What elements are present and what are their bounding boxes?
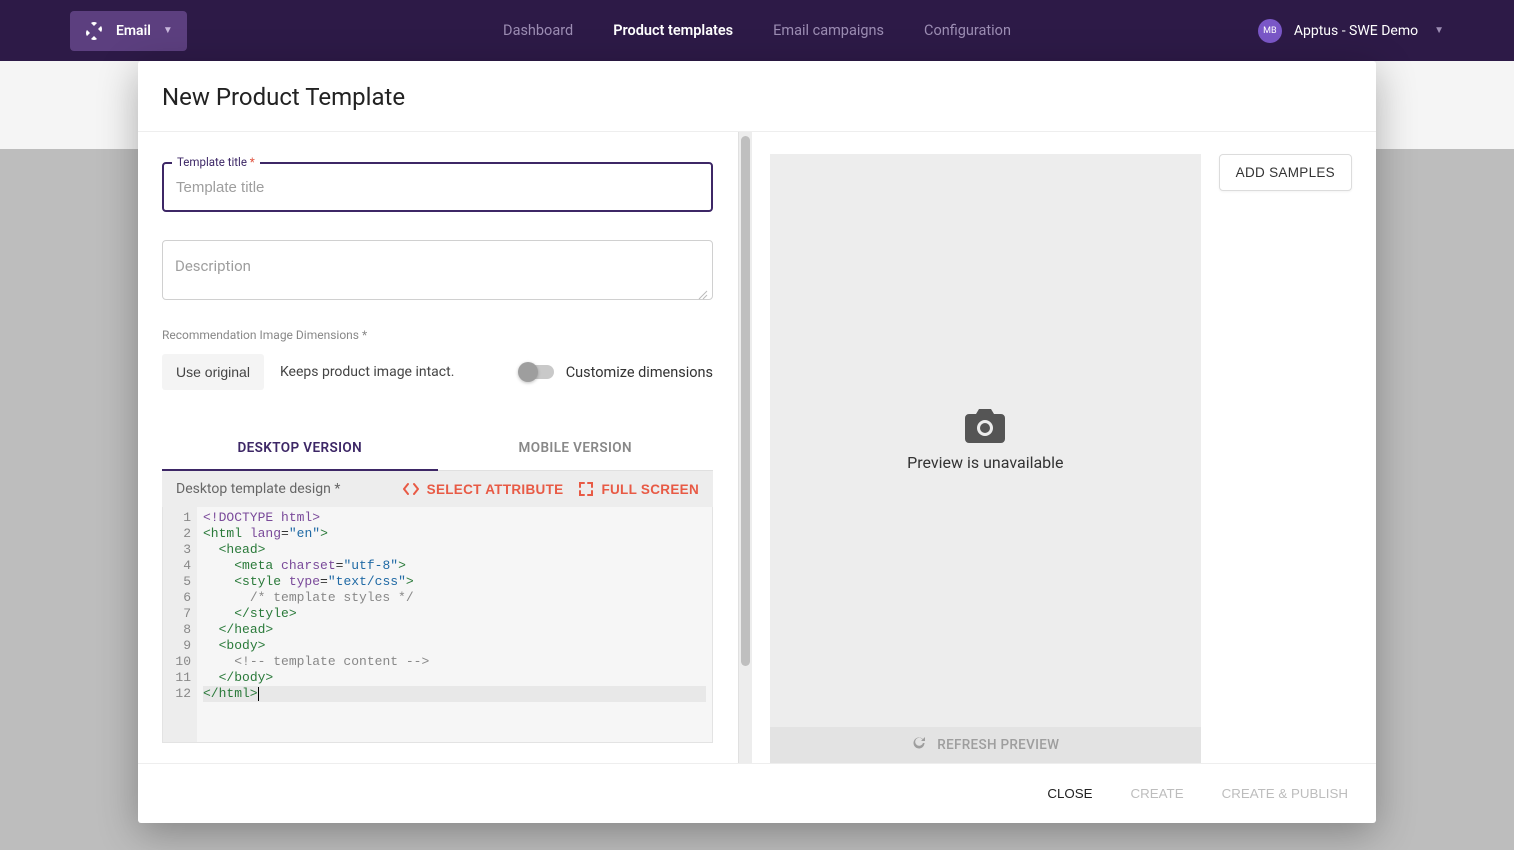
create-publish-button[interactable]: CREATE & PUBLISH: [1218, 780, 1352, 807]
nav-email-campaigns[interactable]: Email campaigns: [773, 22, 884, 39]
modal-header: New Product Template: [138, 61, 1376, 132]
select-attribute-button[interactable]: SELECT ATTRIBUTE: [403, 482, 564, 497]
preview-panel: Preview is unavailable REFRESH PREVIEW: [770, 154, 1201, 763]
description-input[interactable]: [163, 241, 712, 299]
chevron-down-icon: ▼: [163, 25, 173, 36]
nav-product-templates[interactable]: Product templates: [613, 22, 733, 39]
template-title-field: Template title *: [162, 162, 713, 212]
toggle-knob: [518, 362, 538, 382]
full-screen-button[interactable]: FULL SCREEN: [579, 482, 699, 497]
code-editor[interactable]: 123456789101112 <!DOCTYPE html><html lan…: [162, 507, 713, 743]
customize-dimensions-toggle[interactable]: [520, 365, 554, 379]
preview-box: Preview is unavailable: [770, 154, 1201, 727]
add-samples-button[interactable]: ADD SAMPLES: [1219, 154, 1352, 191]
modal-footer: CLOSE CREATE CREATE & PUBLISH: [138, 763, 1376, 823]
code-area[interactable]: <!DOCTYPE html><html lang="en"> <head> <…: [197, 507, 712, 742]
create-button[interactable]: CREATE: [1127, 780, 1188, 807]
template-title-legend: Template title *: [172, 155, 260, 169]
scrollbar[interactable]: [738, 132, 752, 763]
app-switcher[interactable]: Email ▼: [70, 11, 187, 51]
top-nav: Email ▼ Dashboard Product templates Emai…: [0, 0, 1514, 61]
refresh-icon: [911, 735, 927, 755]
select-attribute-label: SELECT ATTRIBUTE: [427, 482, 564, 497]
account-name: Apptus - SWE Demo: [1294, 23, 1418, 39]
avatar: MB: [1258, 19, 1282, 43]
nav-tabs: Dashboard Product templates Email campai…: [503, 22, 1011, 39]
editor-toolbar: Desktop template design * SELECT ATTRIBU…: [162, 471, 713, 507]
customize-dimensions-label: Customize dimensions: [566, 364, 713, 381]
dimensions-row: Use original Keeps product image intact.…: [162, 354, 713, 390]
form-column: Template title * Recommendation Image Di…: [138, 132, 738, 763]
close-button[interactable]: CLOSE: [1043, 780, 1096, 807]
full-screen-label: FULL SCREEN: [601, 482, 699, 497]
nav-configuration[interactable]: Configuration: [924, 22, 1011, 39]
template-title-input[interactable]: [164, 164, 711, 210]
app-switcher-label: Email: [116, 23, 151, 39]
dimensions-label: Recommendation Image Dimensions *: [162, 328, 713, 342]
use-original-button[interactable]: Use original: [162, 354, 264, 390]
modal-body: Template title * Recommendation Image Di…: [138, 132, 1376, 763]
new-template-modal: New Product Template Template title * Re…: [138, 61, 1376, 823]
dimensions-caption: Keeps product image intact.: [280, 364, 454, 380]
editor-label: Desktop template design *: [176, 481, 340, 497]
required-mark: *: [250, 155, 255, 169]
nav-dashboard[interactable]: Dashboard: [503, 22, 573, 39]
tab-desktop[interactable]: DESKTOP VERSION: [162, 426, 438, 470]
samples-column: ADD SAMPLES: [1219, 154, 1352, 763]
tab-mobile[interactable]: MOBILE VERSION: [438, 426, 714, 470]
template-title-legend-text: Template title: [177, 155, 247, 169]
camera-icon: [965, 409, 1005, 443]
fullscreen-icon: [579, 482, 593, 496]
account-menu[interactable]: MB Apptus - SWE Demo ▼: [1258, 19, 1444, 43]
code-icon: [403, 482, 419, 496]
scrollbar-thumb[interactable]: [741, 136, 750, 666]
customize-dimensions-toggle-wrap: Customize dimensions: [520, 364, 713, 381]
version-tabs: DESKTOP VERSION MOBILE VERSION: [162, 426, 713, 471]
description-field: [162, 240, 713, 300]
chevron-down-icon: ▼: [1434, 25, 1444, 36]
preview-message: Preview is unavailable: [907, 453, 1063, 472]
modal-title: New Product Template: [162, 83, 1352, 111]
line-number-gutter: 123456789101112: [163, 507, 197, 742]
refresh-preview-label: REFRESH PREVIEW: [937, 737, 1059, 753]
refresh-preview-button[interactable]: REFRESH PREVIEW: [770, 727, 1201, 763]
preview-column: Preview is unavailable REFRESH PREVIEW A…: [752, 132, 1376, 763]
app-logo-icon: [84, 21, 104, 41]
